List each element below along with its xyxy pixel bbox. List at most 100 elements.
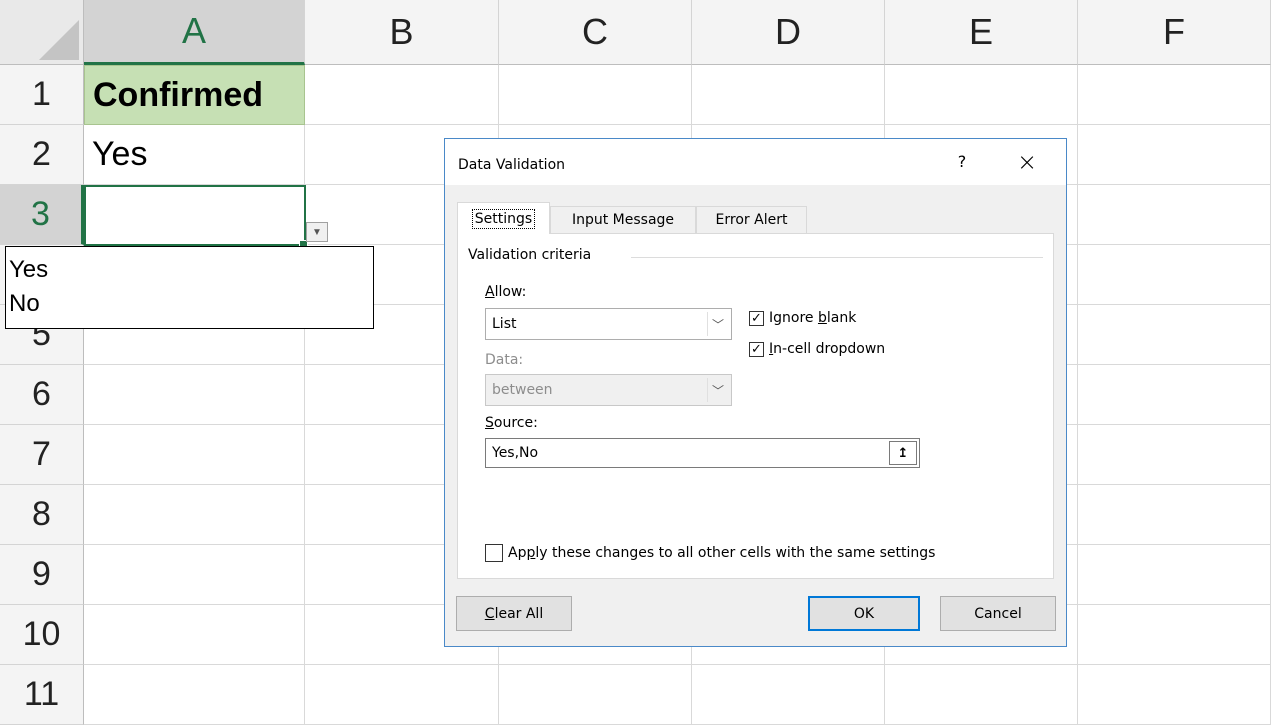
validation-criteria-label: Validation criteria — [468, 247, 598, 263]
cell-f7[interactable] — [1078, 425, 1271, 485]
row-header-8[interactable]: 8 — [0, 485, 84, 545]
row-header-2[interactable]: 2 — [0, 125, 84, 185]
help-icon[interactable]: ? — [950, 149, 974, 173]
source-label-post: ource: — [493, 415, 538, 431]
cell-a7[interactable] — [84, 425, 305, 485]
chevron-down-icon[interactable]: ﹀ — [707, 312, 728, 336]
cell-f11[interactable] — [1078, 665, 1271, 725]
chevron-down-icon: ▼ — [312, 226, 322, 238]
tab-settings-label: Settings — [471, 208, 536, 229]
chevron-down-icon: ﹀ — [707, 378, 728, 402]
source-input[interactable]: Yes,No — [485, 438, 920, 468]
cell-c11[interactable] — [499, 665, 692, 725]
cell-c1[interactable] — [499, 65, 692, 125]
row-header-11[interactable]: 11 — [0, 665, 84, 725]
row-header-6[interactable]: 6 — [0, 365, 84, 425]
column-header-b[interactable]: B — [305, 0, 499, 65]
apply-all-label-post: ly these changes to all other cells with… — [535, 545, 936, 561]
data-validation-dialog: Data Validation ? × Settings Input Messa… — [444, 138, 1067, 647]
in-cell-dropdown-row[interactable]: ✓ In-cell dropdown — [749, 341, 885, 357]
row-header-3[interactable]: 3 — [0, 185, 84, 245]
cell-f3[interactable] — [1078, 185, 1271, 245]
allow-select-value: List — [492, 316, 517, 332]
cell-f8[interactable] — [1078, 485, 1271, 545]
clear-all-button[interactable]: Clear All — [456, 596, 572, 631]
apply-all-checkbox[interactable] — [485, 544, 503, 562]
allow-label-accel: A — [485, 284, 495, 300]
cancel-button[interactable]: Cancel — [940, 596, 1056, 631]
apply-all-row[interactable]: Apply these changes to all other cells w… — [485, 544, 935, 562]
dialog-title: Data Validation — [458, 157, 566, 173]
cell-a10[interactable] — [84, 605, 305, 665]
collapse-dialog-button[interactable]: ↥ — [889, 441, 917, 465]
ignore-blank-checkbox[interactable]: ✓ — [749, 310, 764, 326]
ignore-blank-row[interactable]: ✓ Ignore blank — [749, 310, 856, 326]
ok-button[interactable]: OK — [808, 596, 920, 631]
tab-settings[interactable]: Settings — [457, 202, 550, 234]
cell-a9[interactable] — [84, 545, 305, 605]
column-header-f[interactable]: F — [1078, 0, 1271, 65]
cell-dropdown-button[interactable]: ▼ — [306, 222, 328, 242]
tab-error-alert-label: Error Alert — [715, 212, 788, 228]
ignore-blank-label: Ignore blank — [769, 310, 856, 326]
cell-a2[interactable]: Yes — [84, 125, 305, 185]
source-label: Source: — [485, 415, 538, 431]
cell-f6[interactable] — [1078, 365, 1271, 425]
apply-all-label: Apply these changes to all other cells w… — [508, 545, 935, 561]
cell-a3-active[interactable] — [84, 185, 306, 246]
cell-f10[interactable] — [1078, 605, 1271, 665]
select-all-triangle — [39, 20, 79, 60]
cell-a6[interactable] — [84, 365, 305, 425]
row-header-9[interactable]: 9 — [0, 545, 84, 605]
select-all-corner[interactable] — [0, 0, 84, 65]
apply-all-label-pre: Ap — [508, 545, 527, 561]
cell-f1[interactable] — [1078, 65, 1271, 125]
close-icon[interactable]: × — [1013, 148, 1041, 176]
source-input-value: Yes,No — [492, 445, 539, 461]
cell-a8[interactable] — [84, 485, 305, 545]
cell-e1[interactable] — [885, 65, 1078, 125]
tab-input-message-label: Input Message — [571, 212, 675, 228]
cell-f2[interactable] — [1078, 125, 1271, 185]
ignore-blank-label-post: lank — [826, 310, 857, 326]
data-label: Data: — [485, 352, 524, 368]
column-header-a[interactable]: A — [84, 0, 305, 65]
in-cell-dropdown-label: In-cell dropdown — [769, 341, 885, 357]
allow-select[interactable]: List ﹀ — [485, 308, 732, 340]
column-header-e[interactable]: E — [885, 0, 1078, 65]
data-select-value: between — [492, 382, 553, 398]
cell-a1[interactable]: Confirmed — [84, 65, 305, 125]
data-select: between ﹀ — [485, 374, 732, 406]
cell-d11[interactable] — [692, 665, 885, 725]
dialog-titlebar: Data Validation ? × — [445, 139, 1066, 185]
cell-f9[interactable] — [1078, 545, 1271, 605]
cell-e11[interactable] — [885, 665, 1078, 725]
clear-all-label: lear All — [494, 605, 544, 622]
ignore-blank-label-accel: b — [817, 310, 827, 326]
allow-label: Allow: — [485, 284, 526, 300]
dropdown-option-no[interactable]: No — [6, 287, 373, 321]
allow-label-rest: llow: — [494, 284, 527, 300]
source-label-accel: S — [485, 415, 494, 431]
clear-all-accel: C — [484, 605, 495, 622]
dropdown-option-yes[interactable]: Yes — [6, 253, 373, 287]
group-divider — [631, 257, 1043, 258]
column-header-c[interactable]: C — [499, 0, 692, 65]
in-cell-dropdown-checkbox[interactable]: ✓ — [749, 341, 764, 357]
settings-panel: Validation criteria Allow: List ﹀ ✓ Igno… — [457, 233, 1054, 579]
cell-f5[interactable] — [1078, 305, 1271, 365]
cell-b11[interactable] — [305, 665, 499, 725]
cell-f4[interactable] — [1078, 245, 1271, 305]
cell-a11[interactable] — [84, 665, 305, 725]
cell-dropdown-list: Yes No — [5, 246, 374, 329]
column-header-d[interactable]: D — [692, 0, 885, 65]
cell-b1[interactable] — [305, 65, 499, 125]
row-header-7[interactable]: 7 — [0, 425, 84, 485]
cell-d1[interactable] — [692, 65, 885, 125]
tab-error-alert[interactable]: Error Alert — [696, 206, 807, 233]
row-header-1[interactable]: 1 — [0, 65, 84, 125]
in-cell-dropdown-label-post: n-cell dropdown — [773, 341, 886, 357]
ignore-blank-label-pre: Ignore — [769, 310, 818, 326]
tab-input-message[interactable]: Input Message — [550, 206, 696, 233]
row-header-10[interactable]: 10 — [0, 605, 84, 665]
